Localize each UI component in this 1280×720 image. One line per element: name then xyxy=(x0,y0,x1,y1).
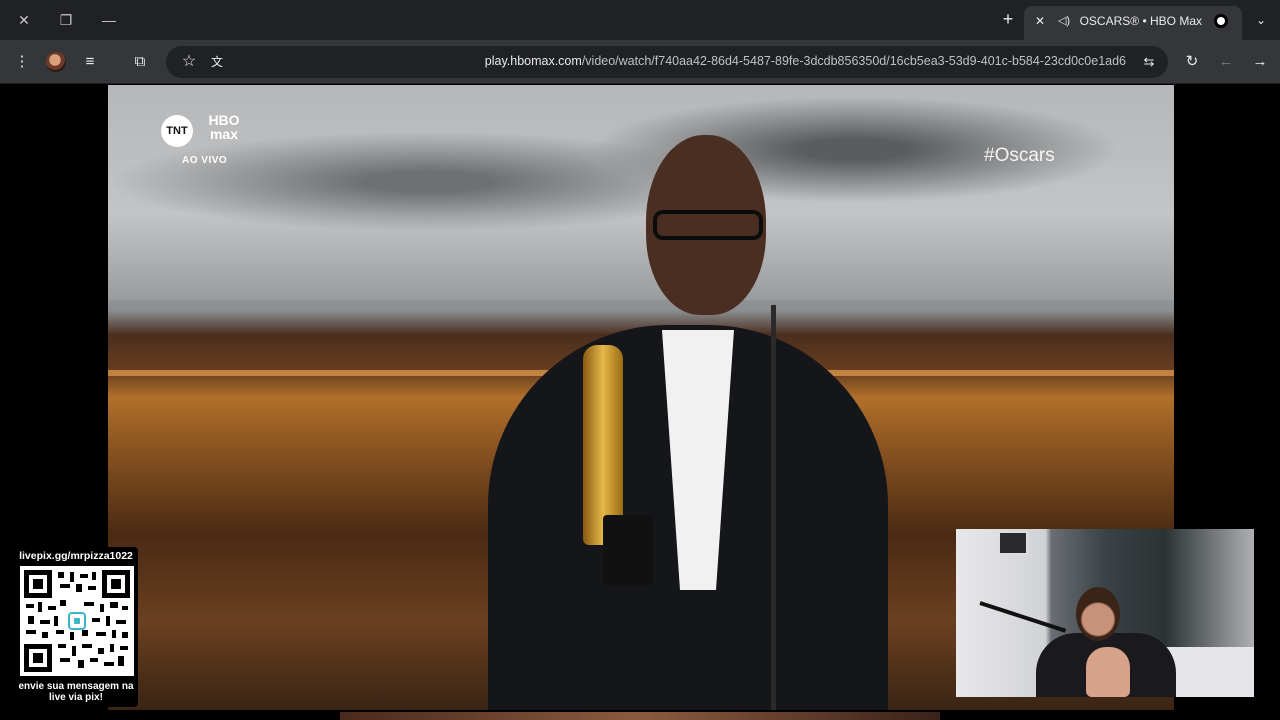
live-label: AO VIVO xyxy=(182,155,228,166)
address-bar[interactable]: ☆ 文 play.hbomax.com/video/watch/f740aa42… xyxy=(166,46,1168,78)
page-content: TNT HBO max AO VIVO #Oscars livepix.gg/m… xyxy=(0,85,1280,720)
profile-avatar[interactable] xyxy=(46,52,66,72)
webcam-overlay xyxy=(956,529,1254,697)
bookmark-star-icon[interactable]: ☆ xyxy=(178,51,200,73)
close-window-icon[interactable]: ✕ xyxy=(10,8,38,32)
hashtag-label: #Oscars xyxy=(984,145,1055,166)
tab-bar: ✕ ❐ — + ✕ ◁) OSCARS® • HBO Max ⌄ xyxy=(0,0,1280,40)
hbomax-logo: HBO max xyxy=(208,112,240,142)
speaker-figure xyxy=(488,135,888,710)
tab-title: OSCARS® • HBO Max xyxy=(1079,14,1202,28)
tnt-logo: TNT xyxy=(161,115,193,147)
tab-audio-icon[interactable]: ◁) xyxy=(1056,13,1072,29)
tab-close-icon[interactable]: ✕ xyxy=(1032,13,1048,29)
qr-code xyxy=(20,566,134,676)
speaker-glasses xyxy=(653,210,763,240)
tab-active[interactable]: ✕ ◁) OSCARS® • HBO Max xyxy=(1024,6,1242,40)
oscar-base xyxy=(603,515,653,585)
url-text[interactable]: play.hbomax.com/video/watch/f740aa42-86d… xyxy=(485,54,1126,68)
tab-search-icon[interactable]: ⌄ xyxy=(1250,8,1272,32)
livepix-message: envie sua mensagem na live via pix! xyxy=(18,681,134,703)
url-host: play.hbomax.com xyxy=(484,54,582,68)
streamer-figure xyxy=(1026,587,1176,697)
toolbar: ⋮ ≡ ⧉ ☆ 文 play.hbomax.com/video/watch/f7… xyxy=(0,40,1280,84)
streamer-head xyxy=(1076,587,1120,641)
site-settings-icon[interactable]: ⇆ xyxy=(1138,51,1160,73)
video-bottom-strip xyxy=(340,712,940,720)
media-queue-icon[interactable]: ≡ xyxy=(78,50,102,74)
qr-code-graphic xyxy=(24,570,130,672)
hbomax-favicon-icon xyxy=(1214,14,1228,28)
restore-window-icon[interactable]: ❐ xyxy=(52,8,80,32)
back-icon[interactable]: ← xyxy=(1214,50,1238,74)
minimize-window-icon[interactable]: — xyxy=(95,8,123,32)
extensions-icon[interactable]: ⧉ xyxy=(128,50,152,74)
bed xyxy=(1166,647,1254,697)
new-tab-button[interactable]: + xyxy=(996,8,1020,32)
reload-icon[interactable]: ↻ xyxy=(1180,50,1204,74)
forward-icon[interactable]: → xyxy=(1248,50,1272,74)
wall-frame xyxy=(998,531,1028,555)
microphone-stand xyxy=(771,305,776,710)
streamer-leg xyxy=(1086,647,1130,697)
menu-kebab-icon[interactable]: ⋮ xyxy=(10,50,34,74)
livepix-overlay: livepix.gg/mrpizza1022 envie sua mensage… xyxy=(14,547,138,707)
translate-icon[interactable]: 文 xyxy=(206,51,228,73)
livepix-link: livepix.gg/mrpizza1022 xyxy=(19,550,133,562)
url-path: /video/watch/f740aa42-86d4-5487-89fe-3dc… xyxy=(581,54,1126,68)
